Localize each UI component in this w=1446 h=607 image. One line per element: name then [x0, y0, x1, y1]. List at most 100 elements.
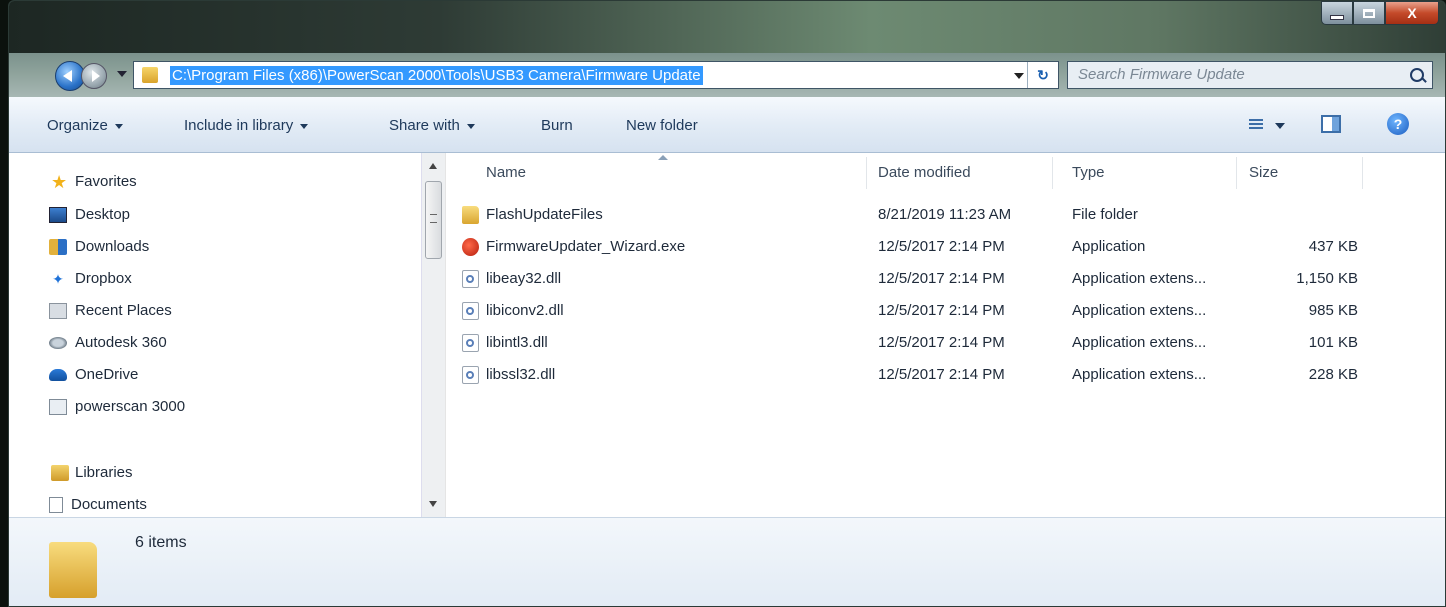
new-folder-button[interactable]: New folder [626, 117, 698, 134]
folder-icon [462, 206, 479, 224]
sidebar-item-dropbox[interactable]: ✦ Dropbox [49, 265, 132, 293]
sidebar-item-desktop[interactable]: Desktop [49, 201, 130, 229]
dll-icon [462, 270, 479, 288]
dll-icon [462, 366, 479, 384]
view-options-dropdown[interactable] [1275, 123, 1285, 129]
column-header-size[interactable]: Size [1249, 153, 1278, 193]
scroll-up-arrow[interactable] [429, 163, 437, 169]
navigation-scrollbar[interactable] [421, 153, 445, 517]
file-list: Name Date modified Type Size FlashUpdate… [445, 153, 1445, 517]
exe-icon [462, 238, 479, 256]
close-button[interactable]: X [1385, 1, 1439, 25]
sort-ascending-icon [658, 155, 668, 160]
details-pane: 6 items [9, 517, 1445, 606]
file-type: Application extens... [1072, 366, 1207, 383]
organize-button[interactable]: Organize [47, 117, 123, 134]
nav-group-favorites[interactable]: ★ Favorites [51, 168, 137, 196]
table-row[interactable]: FlashUpdateFiles 8/21/2019 11:23 AM File… [446, 199, 1445, 231]
refresh-icon: ↻ [1037, 66, 1049, 83]
search-input[interactable]: Search Firmware Update [1078, 66, 1245, 83]
file-name: libeay32.dll [486, 270, 562, 287]
file-size: 101 KB [1308, 334, 1358, 351]
table-row[interactable]: libeay32.dll 12/5/2017 2:14 PM Applicati… [446, 263, 1445, 295]
sidebar-item-documents[interactable]: Documents [49, 491, 147, 517]
burn-button[interactable]: Burn [541, 117, 573, 134]
grip-icon [430, 214, 437, 223]
share-with-button[interactable]: Share with [389, 117, 475, 134]
nav-group-label: Libraries [75, 464, 133, 481]
autodesk-icon [49, 337, 67, 350]
file-date: 12/5/2017 2:14 PM [878, 334, 1005, 351]
forward-button[interactable] [81, 63, 107, 89]
scroll-down-arrow[interactable] [429, 501, 437, 507]
desktop-icon [49, 207, 67, 224]
include-in-library-label: Include in library [184, 117, 294, 134]
sidebar-item-powerscan-3000[interactable]: powerscan 3000 [49, 393, 185, 421]
include-in-library-button[interactable]: Include in library [184, 117, 309, 134]
nav-group-libraries[interactable]: Libraries [51, 459, 133, 487]
star-icon: ★ [51, 172, 68, 193]
column-divider[interactable] [1052, 157, 1053, 189]
recent-pages-dropdown[interactable] [117, 71, 127, 77]
file-size: 1,150 KB [1296, 270, 1358, 287]
downloads-icon [49, 239, 67, 256]
column-divider[interactable] [1362, 157, 1363, 189]
table-row[interactable]: FirmwareUpdater_Wizard.exe 12/5/2017 2:1… [446, 231, 1445, 263]
address-row: C:\Program Files (x86)\PowerScan 2000\To… [9, 53, 1445, 97]
main-area: ★ Favorites Desktop Downloads ✦ Dropbox Re… [9, 153, 1445, 517]
file-name: libssl32.dll [486, 366, 556, 383]
maximize-icon [1363, 8, 1375, 18]
dropbox-icon: ✦ [52, 271, 64, 288]
search-box[interactable]: Search Firmware Update [1067, 61, 1433, 89]
documents-icon [49, 497, 63, 514]
address-bar[interactable]: C:\Program Files (x86)\PowerScan 2000\To… [133, 61, 1059, 89]
sidebar-item-label: powerscan 3000 [75, 398, 186, 415]
table-row[interactable]: libssl32.dll 12/5/2017 2:14 PM Applicati… [446, 359, 1445, 391]
column-header-date-modified[interactable]: Date modified [878, 153, 971, 193]
sidebar-item-onedrive[interactable]: OneDrive [49, 361, 138, 389]
explorer-window: X C:\Program Files (x86)\PowerScan 2000\… [8, 0, 1446, 607]
sidebar-item-label: Recent Places [75, 302, 172, 319]
file-name: libintl3.dll [486, 334, 548, 351]
column-header-type[interactable]: Type [1072, 153, 1105, 193]
dll-icon [462, 334, 479, 352]
sidebar-item-recent-places[interactable]: Recent Places [49, 297, 172, 325]
table-row[interactable]: libiconv2.dll 12/5/2017 2:14 PM Applicat… [446, 295, 1445, 327]
minimize-button[interactable] [1321, 1, 1353, 25]
sidebar-item-label: OneDrive [75, 366, 139, 383]
column-header-name[interactable]: Name [486, 153, 526, 193]
file-name: FlashUpdateFiles [486, 206, 603, 223]
organize-label: Organize [47, 117, 108, 134]
search-icon[interactable] [1410, 68, 1424, 82]
address-history-dropdown[interactable] [1014, 73, 1024, 79]
change-view-icon[interactable] [1249, 119, 1263, 131]
file-date: 12/5/2017 2:14 PM [878, 270, 1005, 287]
file-date: 12/5/2017 2:14 PM [878, 238, 1005, 255]
minimize-icon [1330, 14, 1344, 20]
preview-pane-icon[interactable] [1321, 115, 1341, 133]
title-bar[interactable]: X [9, 1, 1445, 53]
sidebar-item-downloads[interactable]: Downloads [49, 233, 149, 261]
scrollbar-thumb[interactable] [425, 181, 442, 259]
file-date: 12/5/2017 2:14 PM [878, 302, 1005, 319]
refresh-button[interactable]: ↻ [1027, 62, 1058, 88]
file-type: Application extens... [1072, 334, 1207, 351]
file-date: 8/21/2019 11:23 AM [878, 206, 1012, 223]
help-button[interactable]: ? [1387, 113, 1409, 135]
file-size: 985 KB [1308, 302, 1358, 319]
address-path[interactable]: C:\Program Files (x86)\PowerScan 2000\To… [170, 66, 703, 85]
dll-icon [462, 302, 479, 320]
maximize-button[interactable] [1353, 1, 1385, 25]
column-divider[interactable] [1236, 157, 1237, 189]
file-size: 228 KB [1308, 366, 1358, 383]
file-type: Application extens... [1072, 270, 1207, 287]
sidebar-item-autodesk-360[interactable]: Autodesk 360 [49, 329, 167, 357]
desktop-background: X C:\Program Files (x86)\PowerScan 2000\… [0, 0, 1446, 607]
chevron-down-icon [114, 123, 123, 129]
table-row[interactable]: libintl3.dll 12/5/2017 2:14 PM Applicati… [446, 327, 1445, 359]
sidebar-item-label: Dropbox [75, 270, 132, 287]
nav-group-label: Favorites [75, 173, 137, 190]
shortcut-icon [49, 399, 67, 416]
file-type: Application extens... [1072, 302, 1207, 319]
column-divider[interactable] [866, 157, 867, 189]
